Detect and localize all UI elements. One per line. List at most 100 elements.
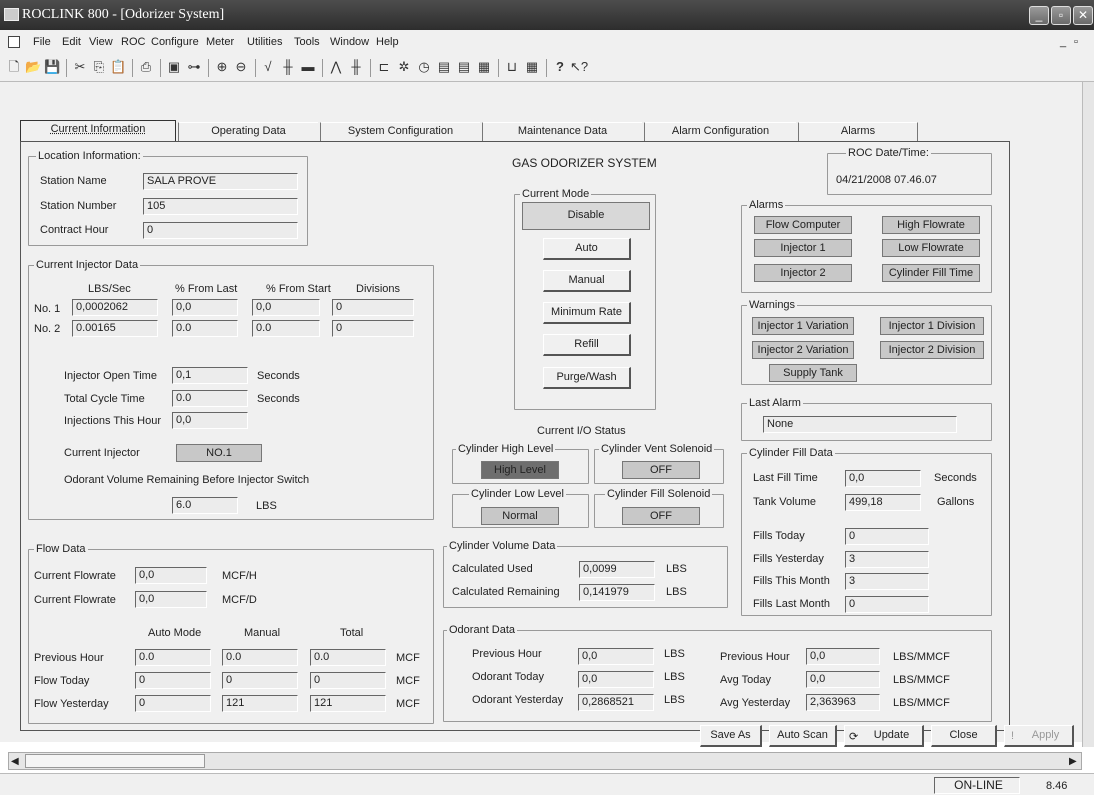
- menu-utilities[interactable]: Utilities: [247, 36, 282, 48]
- menu-meter[interactable]: Meter: [206, 36, 234, 48]
- close-button[interactable]: Close: [931, 725, 997, 747]
- menu-roc[interactable]: ROC: [121, 36, 145, 48]
- trend-icon[interactable]: √: [260, 59, 276, 75]
- tab-alarms[interactable]: Alarms: [798, 122, 918, 141]
- open-icon[interactable]: 📂: [25, 59, 41, 75]
- tab-maintenance-data[interactable]: Maintenance Data: [482, 122, 642, 141]
- current-injector-label: Current Injector: [64, 447, 140, 459]
- injector2-from-start: 0.0: [252, 320, 320, 337]
- copy-icon[interactable]: ⎘: [91, 59, 107, 75]
- last-fill-label: Last Fill Time: [753, 472, 818, 484]
- zoom-in-icon[interactable]: ⊕: [214, 59, 230, 75]
- close-window-button[interactable]: ✕: [1073, 6, 1093, 25]
- open-time-label: Injector Open Time: [64, 370, 157, 382]
- minimize-button[interactable]: _: [1029, 6, 1049, 25]
- fills-label: Fills Today: [753, 530, 805, 542]
- menu-bar: File Edit View ROC Configure Meter Utili…: [0, 30, 1094, 54]
- menu-window[interactable]: Window: [330, 36, 369, 48]
- version-label: 8.46: [1046, 780, 1068, 792]
- mdi-restore-icon[interactable]: ▫: [1074, 36, 1078, 48]
- report-icon[interactable]: ▦: [524, 59, 540, 75]
- station-number-field[interactable]: 105: [143, 198, 298, 215]
- signal-icon[interactable]: ⋀: [328, 59, 344, 75]
- device-icon[interactable]: ▦: [476, 59, 492, 75]
- save-icon[interactable]: 💾: [44, 59, 60, 75]
- odorant-unit: LBS: [664, 648, 685, 660]
- paste-icon[interactable]: 📋: [110, 59, 126, 75]
- menu-file[interactable]: File: [33, 36, 51, 48]
- menu-view[interactable]: View: [89, 36, 113, 48]
- scroll-right-icon[interactable]: ▶: [1069, 756, 1077, 767]
- injector-header-lbs-sec: LBS/Sec: [88, 283, 131, 295]
- contract-hour-field[interactable]: 0: [143, 222, 298, 239]
- mdi-minimize-icon[interactable]: _: [1060, 36, 1066, 48]
- cut-icon[interactable]: ✂: [72, 59, 88, 75]
- apply-button[interactable]: ! Apply: [1004, 725, 1074, 747]
- mode-auto-button[interactable]: Auto: [543, 238, 631, 260]
- remaining-label: Odorant Volume Remaining Before Injector…: [64, 474, 310, 486]
- cyl-remaining-label: Calculated Remaining: [452, 586, 560, 598]
- context-help-icon[interactable]: ↖?: [570, 59, 588, 75]
- save-as-button[interactable]: Save As: [700, 725, 762, 747]
- flow-row-label: Flow Yesterday: [34, 698, 109, 710]
- clock-icon[interactable]: ◷: [416, 59, 432, 75]
- auto-scan-button[interactable]: Auto Scan: [769, 725, 837, 747]
- fst-icon[interactable]: ⊏: [376, 59, 392, 75]
- horizontal-scrollbar[interactable]: ◀ ▶: [8, 752, 1082, 770]
- menu-tools[interactable]: Tools: [294, 36, 320, 48]
- prev-hour-manual: 0.0: [222, 649, 298, 666]
- vertical-scrollbar[interactable]: [1082, 82, 1094, 747]
- print-icon[interactable]: ⎙: [138, 59, 154, 75]
- fills-this-month-field: 3: [845, 573, 929, 590]
- fill-solenoid-label: Cylinder Fill Solenoid: [605, 488, 713, 500]
- warning-injector-2-variation: Injector 2 Variation: [752, 341, 854, 359]
- scroll-thumb[interactable]: [25, 754, 205, 768]
- mode-manual-button[interactable]: Manual: [543, 270, 631, 292]
- direct-connect-icon[interactable]: ⊶: [186, 59, 202, 75]
- mode-minimum-rate-button[interactable]: Minimum Rate: [543, 302, 631, 324]
- menu-edit[interactable]: Edit: [62, 36, 81, 48]
- config-icon[interactable]: ▤: [456, 59, 472, 75]
- tab-operating-data[interactable]: Operating Data: [178, 122, 318, 141]
- tab-current-information[interactable]: Current Information: [20, 120, 176, 141]
- flow-unit: MCF: [396, 652, 420, 664]
- tab-system-configuration[interactable]: System Configuration: [320, 122, 480, 141]
- update-button[interactable]: ⟳ Update: [844, 725, 924, 747]
- warnings-title: Warnings: [747, 299, 798, 311]
- new-icon[interactable]: 🗋: [6, 59, 22, 75]
- odorant-rate-unit: LBS/MMCF: [893, 674, 950, 686]
- mode-refill-button[interactable]: Refill: [543, 334, 631, 356]
- mode-purge-wash-button[interactable]: Purge/Wash: [543, 367, 631, 389]
- injector1-lbs-sec: 0,0002062: [72, 299, 158, 316]
- odorant-avg-yesterday: 2,363963: [806, 694, 880, 711]
- low-level-indicator: Normal: [481, 507, 559, 525]
- pid-icon[interactable]: ╫: [348, 59, 364, 75]
- station-number-label: Station Number: [40, 200, 117, 212]
- warning-icon: !: [1011, 730, 1015, 742]
- station-name-field[interactable]: SALA PROVE: [143, 173, 298, 190]
- location-title: Location Information:: [36, 150, 143, 162]
- alarm-cylinder-fill-time: Cylinder Fill Time: [882, 264, 980, 282]
- io-icon[interactable]: ╫: [280, 59, 296, 75]
- tab-alarm-configuration[interactable]: Alarm Configuration: [644, 122, 796, 141]
- maximize-button[interactable]: ▫: [1051, 6, 1071, 25]
- display-icon[interactable]: ▤: [436, 59, 452, 75]
- scroll-left-icon[interactable]: ◀: [11, 756, 19, 767]
- cycle-time-label: Total Cycle Time: [64, 393, 145, 405]
- odorant-title: Odorant Data: [447, 624, 518, 636]
- chart-icon[interactable]: ⊔: [504, 59, 520, 75]
- odorant-row-label: Odorant Today: [472, 671, 544, 683]
- menu-configure[interactable]: Configure: [151, 36, 199, 48]
- connect-icon[interactable]: ▣: [166, 59, 182, 75]
- help-icon[interactable]: ?: [552, 59, 568, 75]
- cylinder-volume-title: Cylinder Volume Data: [447, 540, 558, 552]
- meter-icon[interactable]: ▬: [300, 59, 316, 75]
- zoom-out-icon[interactable]: ⊖: [233, 59, 249, 75]
- odorant-row-label: Previous Hour: [472, 648, 542, 660]
- flow-unit: MCF: [396, 675, 420, 687]
- mode-disable-button[interactable]: Disable: [522, 202, 650, 230]
- remaining-field: 6.0: [172, 497, 238, 514]
- flag-icon[interactable]: ✲: [396, 59, 412, 75]
- menu-help[interactable]: Help: [376, 36, 399, 48]
- high-level-label: Cylinder High Level: [456, 443, 556, 455]
